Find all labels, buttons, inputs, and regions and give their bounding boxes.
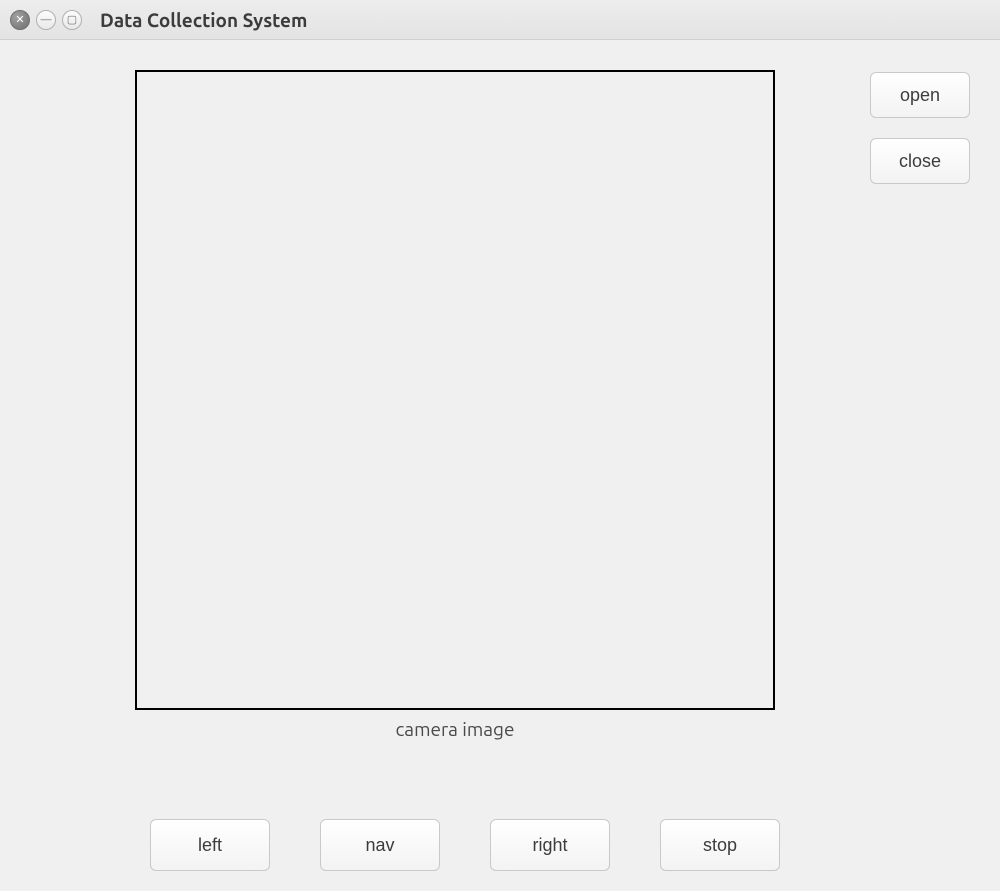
- close-icon[interactable]: ✕: [10, 10, 30, 30]
- camera-image-label: camera image: [396, 718, 515, 740]
- window-controls: ✕ — ▢: [10, 10, 82, 30]
- open-button[interactable]: open: [870, 72, 970, 118]
- content-area: camera image open close left nav right s…: [0, 40, 1000, 891]
- camera-column: camera image: [135, 70, 775, 784]
- maximize-icon[interactable]: ▢: [62, 10, 82, 30]
- app-window: ✕ — ▢ Data Collection System camera imag…: [0, 0, 1000, 891]
- main-row: camera image open close: [30, 70, 970, 784]
- close-button[interactable]: close: [870, 138, 970, 184]
- bottom-buttons: left nav right stop: [150, 819, 970, 871]
- window-title: Data Collection System: [100, 9, 307, 31]
- camera-image-box: [135, 70, 775, 710]
- side-buttons: open close: [870, 70, 970, 784]
- minimize-icon[interactable]: —: [36, 10, 56, 30]
- nav-button[interactable]: nav: [320, 819, 440, 871]
- right-button[interactable]: right: [490, 819, 610, 871]
- left-button[interactable]: left: [150, 819, 270, 871]
- stop-button[interactable]: stop: [660, 819, 780, 871]
- titlebar: ✕ — ▢ Data Collection System: [0, 0, 1000, 40]
